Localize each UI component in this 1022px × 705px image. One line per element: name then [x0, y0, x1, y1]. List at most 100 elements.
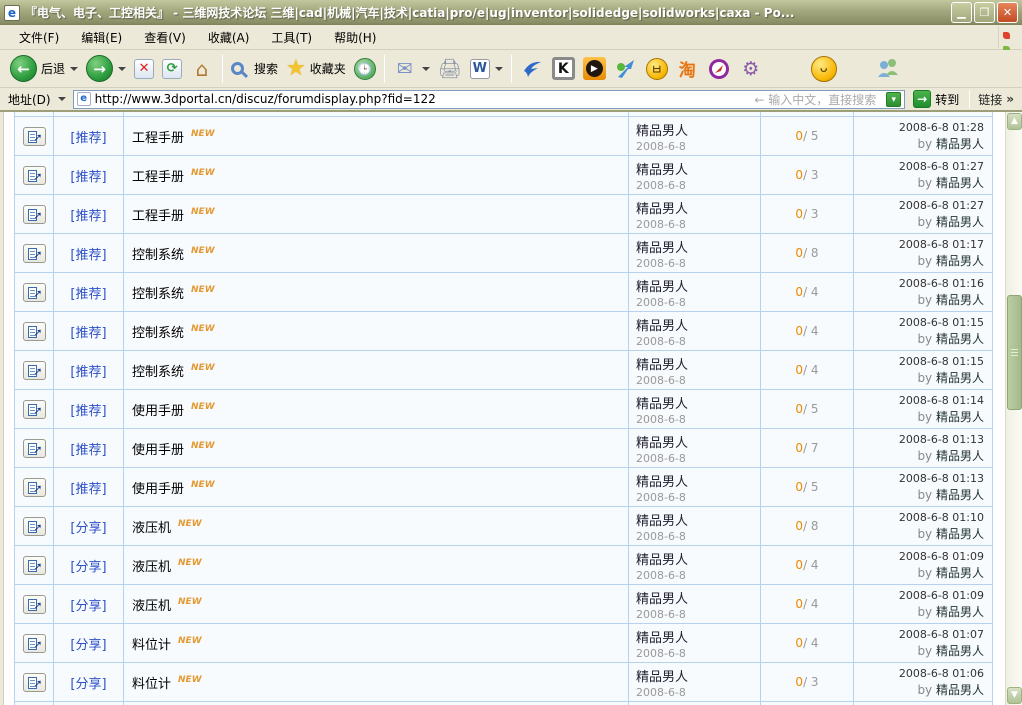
author-link[interactable]: 精品男人: [636, 510, 688, 529]
thread-title-link[interactable]: 料位计: [132, 634, 171, 653]
search-plugin-dropdown-icon[interactable]: ▾: [886, 91, 902, 107]
thread-tag[interactable]: [推荐]: [53, 468, 123, 506]
last-poster-link[interactable]: 精品男人: [936, 137, 984, 151]
thunder-button[interactable]: [516, 55, 548, 83]
last-poster-link[interactable]: 精品男人: [936, 449, 984, 463]
author-link[interactable]: 精品男人: [636, 159, 688, 178]
last-poster-link[interactable]: 精品男人: [936, 176, 984, 190]
thread-tag[interactable]: [推荐]: [53, 117, 123, 155]
author-link[interactable]: 精品男人: [636, 471, 688, 490]
thread-title-link[interactable]: 使用手册: [132, 478, 184, 497]
plugin-settings-button[interactable]: ⚙: [735, 55, 767, 83]
menu-favorites[interactable]: 收藏(A): [197, 26, 261, 49]
menu-file[interactable]: 文件(F): [8, 26, 70, 49]
thread-tag[interactable]: [推荐]: [53, 273, 123, 311]
author-link[interactable]: 精品男人: [636, 432, 688, 451]
last-poster-link[interactable]: 精品男人: [936, 527, 984, 541]
messenger-button[interactable]: [871, 55, 905, 83]
last-poster-link[interactable]: 精品男人: [936, 566, 984, 580]
last-poster-link[interactable]: 精品男人: [936, 371, 984, 385]
address-dropdown-icon[interactable]: [55, 91, 69, 107]
author-link[interactable]: 精品男人: [636, 315, 688, 334]
history-button[interactable]: 🕒: [350, 56, 380, 82]
last-poster-link[interactable]: 精品男人: [936, 215, 984, 229]
restore-button[interactable]: ❐: [974, 2, 995, 23]
author-link[interactable]: 精品男人: [636, 393, 688, 412]
author-link[interactable]: 精品男人: [636, 627, 688, 646]
address-field[interactable]: e http://www.3dportal.cn/discuz/forumdis…: [72, 89, 906, 109]
links-label[interactable]: 链接: [978, 91, 1002, 108]
word-dropdown-icon[interactable]: [494, 66, 503, 71]
thread-title-link[interactable]: 液压机: [132, 595, 171, 614]
mail-button[interactable]: ✉: [389, 55, 434, 83]
thread-tag[interactable]: [分享]: [53, 546, 123, 584]
minimize-button[interactable]: ▁: [951, 2, 972, 23]
thread-title-link[interactable]: 液压机: [132, 517, 171, 536]
thread-tag[interactable]: [分享]: [53, 507, 123, 545]
mail-dropdown-icon[interactable]: [421, 66, 430, 71]
author-link[interactable]: 精品男人: [636, 354, 688, 373]
forward-dropdown-icon[interactable]: [118, 66, 127, 71]
qq-mail-button[interactable]: ㅂ: [642, 56, 672, 82]
author-link[interactable]: 精品男人: [636, 120, 688, 139]
thread-tag[interactable]: [53, 112, 123, 116]
refresh-button[interactable]: ⟳: [158, 57, 186, 81]
scroll-up-icon[interactable]: ▲: [1007, 113, 1022, 130]
vertical-scrollbar[interactable]: ▲ ▼: [1005, 112, 1022, 705]
menu-help[interactable]: 帮助(H): [323, 26, 387, 49]
last-poster-link[interactable]: 精品男人: [936, 254, 984, 268]
thread-tag[interactable]: [推荐]: [53, 312, 123, 350]
pplive-button[interactable]: ▶: [579, 55, 610, 82]
back-dropdown-icon[interactable]: [70, 66, 79, 71]
thread-title-link[interactable]: 控制系统: [132, 322, 184, 341]
author-link[interactable]: 精品男人: [636, 588, 688, 607]
forward-button[interactable]: →: [82, 53, 130, 84]
thread-tag[interactable]: [推荐]: [53, 429, 123, 467]
edit-word-button[interactable]: W: [466, 57, 507, 81]
go-button[interactable]: 转到: [935, 91, 959, 108]
taobao-button[interactable]: 淘: [672, 55, 703, 82]
thread-tag[interactable]: [推荐]: [53, 156, 123, 194]
menu-tools[interactable]: 工具(T): [260, 26, 323, 49]
emoticon-button[interactable]: ᴗ: [807, 54, 841, 84]
back-button[interactable]: ← 后退: [6, 53, 82, 84]
kmplayer-button[interactable]: K: [548, 55, 579, 82]
scroll-down-icon[interactable]: ▼: [1007, 687, 1022, 704]
thread-title-link[interactable]: 工程手册: [132, 205, 184, 224]
go-arrow-icon[interactable]: →: [913, 90, 932, 108]
thread-tag[interactable]: [推荐]: [53, 351, 123, 389]
last-poster-link[interactable]: 精品男人: [936, 332, 984, 346]
thread-title-link[interactable]: 料位计: [132, 673, 171, 692]
favorites-button[interactable]: ★ 收藏夹: [282, 57, 350, 81]
author-link[interactable]: 精品男人: [636, 549, 688, 568]
thread-title-link[interactable]: 控制系统: [132, 361, 184, 380]
scrollbar-thumb[interactable]: [1007, 295, 1022, 410]
last-poster-link[interactable]: 精品男人: [936, 293, 984, 307]
thread-tag[interactable]: [分享]: [53, 585, 123, 623]
author-link[interactable]: 精品男人: [636, 198, 688, 217]
author-link[interactable]: 精品男人: [636, 276, 688, 295]
author-link[interactable]: 精品男人: [636, 237, 688, 256]
links-overflow-icon[interactable]: »: [1006, 92, 1014, 106]
thread-tag[interactable]: [推荐]: [53, 195, 123, 233]
thread-title-link[interactable]: 工程手册: [132, 166, 184, 185]
thread-title-link[interactable]: 液压机: [132, 556, 171, 575]
thread-title-link[interactable]: 使用手册: [132, 400, 184, 419]
thread-tag[interactable]: [分享]: [53, 663, 123, 701]
stop-button[interactable]: ✕: [130, 57, 158, 81]
thread-title-link[interactable]: 使用手册: [132, 439, 184, 458]
author-link[interactable]: 精品男人: [636, 666, 688, 685]
last-poster-link[interactable]: 精品男人: [936, 644, 984, 658]
print-button[interactable]: 🖨: [434, 55, 466, 83]
thread-title-link[interactable]: 工程手册: [132, 127, 184, 146]
thread-tag[interactable]: [推荐]: [53, 234, 123, 272]
address-url[interactable]: http://www.3dportal.cn/discuz/forumdispl…: [95, 92, 755, 106]
thread-title-link[interactable]: 控制系统: [132, 283, 184, 302]
last-poster-link[interactable]: 精品男人: [936, 410, 984, 424]
close-button[interactable]: ✕: [997, 2, 1018, 23]
thread-title-link[interactable]: 控制系统: [132, 244, 184, 263]
last-poster-link[interactable]: 精品男人: [936, 488, 984, 502]
menu-edit[interactable]: 编辑(E): [70, 26, 133, 49]
menu-view[interactable]: 查看(V): [133, 26, 197, 49]
compass-button[interactable]: [703, 55, 735, 83]
